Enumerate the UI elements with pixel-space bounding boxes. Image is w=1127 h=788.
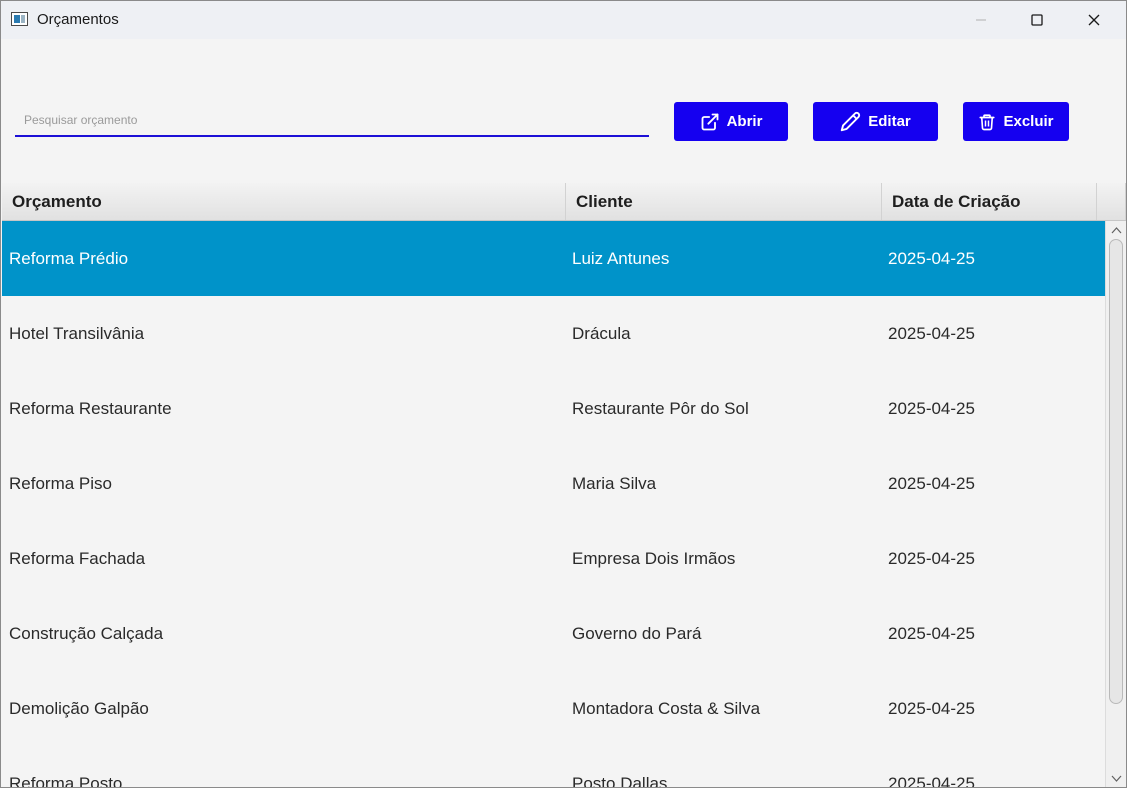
pencil-icon <box>841 111 861 132</box>
cell-orcamento: Reforma Restaurante <box>9 398 172 418</box>
cell-cliente: Restaurante Pôr do Sol <box>572 398 749 418</box>
cell-data: 2025-04-25 <box>888 698 975 718</box>
delete-button[interactable]: Excluir <box>963 102 1069 141</box>
column-header-cliente[interactable]: Cliente <box>566 183 882 220</box>
table-row[interactable]: Reforma Posto Posto Dallas 2025-04-25 <box>2 746 1105 788</box>
delete-button-label: Excluir <box>1003 113 1054 130</box>
table-row[interactable]: Construção Calçada Governo do Pará 2025-… <box>2 596 1105 671</box>
column-header-data-criacao[interactable]: Data de Criação <box>882 183 1097 220</box>
close-button[interactable] <box>1066 1 1122 39</box>
cell-cliente: Posto Dallas <box>572 773 668 788</box>
cell-data: 2025-04-25 <box>888 623 975 643</box>
cell-cliente: Maria Silva <box>572 473 657 493</box>
cell-cliente: Drácula <box>572 323 631 343</box>
cell-orcamento: Reforma Prédio <box>9 248 129 268</box>
cell-orcamento: Reforma Fachada <box>9 548 146 568</box>
table-row[interactable]: Reforma Restaurante Restaurante Pôr do S… <box>2 371 1105 446</box>
app-window-icon <box>11 12 28 26</box>
cell-cliente: Governo do Pará <box>572 623 702 643</box>
cell-data: 2025-04-25 <box>888 398 975 418</box>
table-row[interactable]: Reforma Fachada Empresa Dois Irmãos 2025… <box>2 521 1105 596</box>
column-header-orcamento[interactable]: Orçamento <box>2 183 566 220</box>
open-button-label: Abrir <box>726 113 763 130</box>
maximize-icon <box>1031 14 1043 26</box>
trash-icon <box>979 113 996 130</box>
close-icon <box>1088 14 1100 26</box>
cell-cliente: Luiz Antunes <box>572 248 670 268</box>
chevron-up-icon <box>1111 226 1122 233</box>
app-window: Orçamentos Abrir <box>0 0 1127 788</box>
scrollbar-thumb[interactable] <box>1109 239 1123 704</box>
cell-orcamento: Reforma Posto <box>9 773 123 788</box>
minimize-icon <box>976 19 986 21</box>
table-row[interactable]: Reforma Piso Maria Silva 2025-04-25 <box>2 446 1105 521</box>
cell-orcamento: Construção Calçada <box>9 623 164 643</box>
cell-cliente: Empresa Dois Irmãos <box>572 548 736 568</box>
edit-button[interactable]: Editar <box>813 102 938 141</box>
table-row[interactable]: Hotel Transilvânia Drácula 2025-04-25 <box>2 296 1105 371</box>
budgets-table: Orçamento Cliente Data de Criação Reform… <box>2 183 1126 787</box>
external-link-icon <box>701 113 718 130</box>
table-row[interactable]: Reforma Prédio Luiz Antunes 2025-04-25 <box>2 221 1105 296</box>
cell-orcamento: Demolição Galpão <box>9 698 149 718</box>
cell-data: 2025-04-25 <box>888 548 975 568</box>
vertical-scrollbar[interactable] <box>1105 221 1126 787</box>
cell-data: 2025-04-25 <box>888 473 975 493</box>
minimize-button[interactable] <box>953 1 1009 39</box>
table-header: Orçamento Cliente Data de Criação <box>2 183 1126 221</box>
open-button[interactable]: Abrir <box>674 102 788 141</box>
table-body: Reforma Prédio Luiz Antunes 2025-04-25 H… <box>2 221 1105 787</box>
column-header-filler <box>1097 183 1126 220</box>
cell-data: 2025-04-25 <box>888 323 975 343</box>
scroll-down-button[interactable] <box>1110 772 1123 785</box>
cell-orcamento: Hotel Transilvânia <box>9 323 145 343</box>
edit-button-label: Editar <box>868 113 911 130</box>
search-input[interactable] <box>15 105 649 137</box>
cell-data: 2025-04-25 <box>888 773 975 788</box>
cell-data: 2025-04-25 <box>888 248 975 268</box>
window-title: Orçamentos <box>37 11 119 28</box>
title-bar: Orçamentos <box>1 1 1126 39</box>
cell-orcamento: Reforma Piso <box>9 473 112 493</box>
cell-cliente: Montadora Costa & Silva <box>572 698 761 718</box>
search-field <box>15 105 649 139</box>
maximize-button[interactable] <box>1009 1 1065 39</box>
table-row[interactable]: Demolição Galpão Montadora Costa & Silva… <box>2 671 1105 746</box>
scroll-up-button[interactable] <box>1110 223 1123 236</box>
chevron-down-icon <box>1111 775 1122 782</box>
